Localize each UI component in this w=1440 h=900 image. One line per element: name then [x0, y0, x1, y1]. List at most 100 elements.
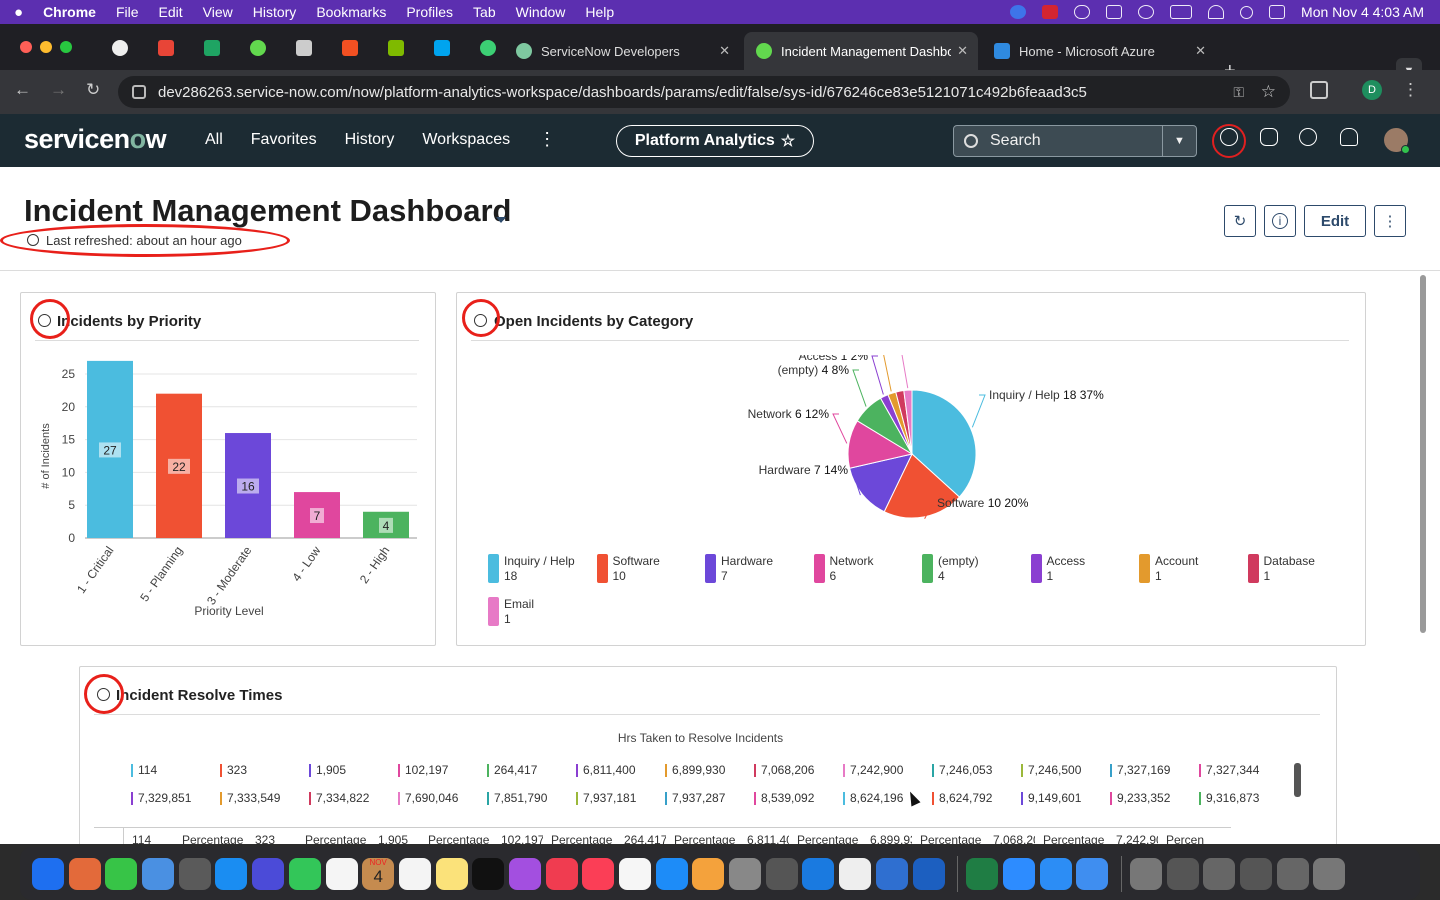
dock-app-icon[interactable]	[802, 857, 835, 890]
edit-button[interactable]: Edit	[1304, 205, 1366, 237]
pinned-tab-servicenow[interactable]	[238, 38, 278, 58]
dock-app-icon[interactable]	[1129, 857, 1162, 890]
pinned-tab-chatgpt[interactable]	[100, 38, 140, 58]
dock-app-icon[interactable]	[582, 857, 615, 890]
dock-app-icon[interactable]	[68, 857, 101, 890]
resolve-time-legend-item[interactable]: 102,197	[398, 763, 448, 777]
table-header-cell[interactable]: Percentage	[543, 828, 616, 844]
dock-app-icon[interactable]	[1076, 857, 1109, 890]
resolve-time-legend-item[interactable]: 7,937,181	[576, 791, 636, 805]
site-info-icon[interactable]	[132, 85, 146, 99]
table-header-cell[interactable]: 264,417	[616, 828, 666, 844]
resolve-time-legend-item[interactable]: 7,246,053	[932, 763, 992, 777]
profile-avatar[interactable]: D	[1362, 80, 1382, 100]
resolve-time-legend-item[interactable]: 323	[220, 763, 247, 777]
table-header-cell[interactable]: Percentage	[297, 828, 370, 844]
help-icon[interactable]	[1299, 128, 1317, 146]
forward-arrow-icon[interactable]: →	[50, 80, 67, 100]
trash-icon[interactable]	[1313, 857, 1346, 890]
search-scope-dropdown[interactable]: ▼	[1162, 126, 1196, 156]
table-header-cell[interactable]: Percentage	[912, 828, 985, 844]
nav-favorites[interactable]: Favorites	[251, 131, 317, 149]
dock-app-icon[interactable]	[875, 857, 908, 890]
bookmark-star-icon[interactable]: ☆	[1261, 82, 1276, 102]
title-dropdown-caret-icon[interactable]	[496, 217, 506, 223]
dock-app-icon[interactable]	[966, 857, 999, 890]
dock-app-icon[interactable]	[692, 857, 725, 890]
dock-app-icon[interactable]	[288, 857, 321, 890]
display-icon[interactable]	[1106, 5, 1123, 19]
menu-app-name[interactable]: Chrome	[43, 4, 96, 20]
play-icon[interactable]	[1138, 5, 1155, 19]
resolve-time-legend-item[interactable]: 6,811,400	[576, 763, 636, 777]
menu-window[interactable]: Window	[516, 4, 566, 20]
dock-app-icon[interactable]	[839, 857, 872, 890]
table-header-cell[interactable]: 6,811,400	[739, 828, 789, 844]
page-scrollbar[interactable]	[1420, 275, 1426, 633]
info-button[interactable]: i	[1264, 205, 1296, 237]
menu-view[interactable]: View	[203, 4, 233, 20]
table-header-cell[interactable]: 114	[124, 828, 174, 844]
resolve-time-legend-item[interactable]: 7,851,790	[487, 791, 547, 805]
menu-help[interactable]: Help	[585, 4, 614, 20]
back-arrow-icon[interactable]: ←	[14, 80, 31, 100]
table-header-cell[interactable]: 7,242,900	[1108, 828, 1158, 844]
dock-app-icon[interactable]	[1276, 857, 1309, 890]
dock-app-icon[interactable]	[398, 857, 431, 890]
dock-app-icon[interactable]	[215, 857, 248, 890]
resolve-time-legend-item[interactable]: 7,329,851	[131, 791, 191, 805]
dock-app-icon[interactable]	[1039, 857, 1072, 890]
password-key-icon[interactable]: ⚿	[1233, 84, 1244, 101]
dock-app-icon[interactable]	[178, 857, 211, 890]
resolve-time-legend-item[interactable]: 7,327,344	[1199, 763, 1259, 777]
resolve-time-legend-item[interactable]: 9,233,352	[1110, 791, 1170, 805]
chrome-menu-icon[interactable]: ⋮	[1402, 80, 1419, 100]
favorite-star-icon[interactable]: ☆	[781, 131, 795, 151]
apple-icon[interactable]: ●	[14, 4, 23, 21]
dock-app-icon[interactable]	[1203, 857, 1236, 890]
reload-icon[interactable]: ↻	[86, 80, 100, 100]
pinned-tab-files[interactable]	[284, 38, 324, 58]
resolve-time-legend-item[interactable]: 114	[131, 763, 157, 777]
table-header-cell[interactable]: Percentage	[666, 828, 739, 844]
more-options-button[interactable]: ⋮	[1374, 205, 1406, 237]
close-window-button[interactable]	[20, 41, 32, 53]
dock-app-icon[interactable]	[142, 857, 175, 890]
close-tab-icon[interactable]: ✕	[719, 43, 730, 59]
dock-app-icon[interactable]	[619, 857, 651, 890]
dock-app-icon[interactable]	[1240, 857, 1272, 890]
table-header-cell[interactable]: Percen	[1158, 828, 1231, 844]
resolve-time-legend-item[interactable]: 7,937,287	[665, 791, 725, 805]
resolve-time-legend-item[interactable]: 7,246,500	[1021, 763, 1081, 777]
pinned-tab-microsoft-3[interactable]	[422, 38, 462, 58]
pinned-tab-gmail[interactable]	[146, 38, 186, 58]
table-header-cell[interactable]: Percentage	[789, 828, 862, 844]
spotlight-search-icon[interactable]	[1240, 5, 1254, 19]
zoom-status-icon[interactable]	[1010, 5, 1027, 19]
cloud-icon[interactable]	[1074, 5, 1091, 19]
extensions-puzzle-icon[interactable]	[1310, 81, 1328, 99]
address-bar[interactable]: dev286263.service-now.com/now/platform-a…	[118, 76, 1290, 108]
resolve-time-legend-item[interactable]: 9,149,601	[1021, 791, 1081, 805]
resolve-time-legend-item[interactable]: 7,334,822	[309, 791, 369, 805]
pinned-tab-perplexity[interactable]	[468, 38, 508, 58]
resolve-time-legend-item[interactable]: 8,539,092	[754, 791, 814, 805]
tab-servicenow-developers[interactable]: ServiceNow Developers ✕	[504, 32, 740, 70]
menu-profiles[interactable]: Profiles	[406, 4, 453, 20]
dock-app-icon[interactable]	[325, 857, 358, 890]
workspace-pill[interactable]: Platform Analytics ☆	[616, 125, 814, 157]
dock-app-icon[interactable]	[765, 857, 798, 890]
dock-app-icon[interactable]	[472, 857, 505, 890]
battery-icon[interactable]	[1170, 5, 1193, 19]
close-tab-icon[interactable]: ✕	[957, 43, 968, 59]
table-header-cell[interactable]: 1,905	[370, 828, 420, 844]
resolve-time-legend-item[interactable]: 8,624,792	[932, 791, 992, 805]
nav-history[interactable]: History	[345, 131, 395, 149]
control-center-icon[interactable]	[1269, 5, 1286, 19]
pinned-tab-microsoft-2[interactable]	[376, 38, 416, 58]
nav-workspaces[interactable]: Workspaces	[422, 131, 510, 149]
table-header-cell[interactable]: 7,068,206	[985, 828, 1035, 844]
dock-app-icon[interactable]	[32, 857, 64, 890]
legend-scrollbar[interactable]	[1294, 763, 1301, 797]
refresh-button[interactable]: ↻	[1224, 205, 1256, 237]
